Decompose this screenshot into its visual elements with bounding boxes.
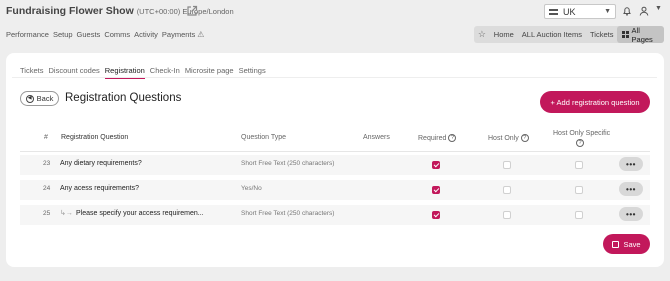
back-label: Back — [36, 94, 54, 103]
sub-question-arrow-icon: ↳→ — [60, 210, 73, 217]
row-question: Any dietary requirements? — [60, 160, 142, 167]
host-only-checkbox[interactable] — [503, 211, 511, 219]
row-question: Please specify your access requiremen... — [76, 210, 204, 217]
user-icon[interactable] — [639, 6, 649, 16]
row-question: Any acess requirements? — [60, 185, 139, 192]
more-options-button[interactable]: ••• — [619, 157, 643, 171]
chevron-down-icon: ▼ — [604, 8, 611, 15]
row-number: 24 — [43, 185, 51, 192]
nav-performance[interactable]: Performance — [6, 30, 49, 39]
back-button[interactable]: ◀ Back — [20, 91, 59, 106]
quick-link-tickets[interactable]: Tickets — [586, 30, 617, 39]
main-nav: Performance Setup Guests Comms Activity … — [6, 30, 204, 39]
grid-icon — [622, 31, 629, 38]
all-pages-button[interactable]: All Pages — [617, 25, 664, 44]
row-question-type: Short Free Text (250 characters) — [241, 160, 335, 167]
nav-setup[interactable]: Setup — [53, 30, 73, 39]
region-value: UK — [563, 6, 576, 17]
col-header-type: Question Type — [241, 134, 287, 141]
table-row[interactable]: 23 Any dietary requirements? Short Free … — [20, 155, 650, 175]
col-header-required: Required? — [418, 134, 457, 142]
flag-icon — [549, 8, 558, 15]
row-number: 23 — [43, 160, 51, 167]
arrow-left-icon: ◀ — [25, 94, 34, 103]
row-number: 25 — [43, 210, 51, 217]
add-registration-question-button[interactable]: + Add registration question — [540, 91, 650, 113]
host-only-checkbox[interactable] — [503, 186, 511, 194]
tab-tickets[interactable]: Tickets — [20, 66, 43, 75]
tab-registration[interactable]: Registration — [104, 66, 145, 79]
table-header-divider — [20, 151, 650, 152]
nav-activity[interactable]: Activity — [134, 30, 158, 39]
col-header-host-only-specific: Host Only Specific ? — [553, 130, 611, 147]
tab-settings[interactable]: Settings — [239, 66, 266, 75]
host-only-label: Host Only — [488, 134, 519, 142]
user-menu-chevron-icon[interactable]: ▼ — [655, 5, 662, 12]
required-label: Required — [418, 134, 447, 142]
quick-links-bar: ☆ Home ALL Auction Items Tickets All Pag… — [474, 25, 664, 44]
col-header-question: Registration Question — [61, 134, 129, 141]
more-options-button[interactable]: ••• — [619, 207, 643, 221]
col-header-host-only: Host Only? — [488, 134, 529, 142]
tab-microsite-page[interactable]: Microsite page — [185, 66, 234, 75]
row-question-type: Yes/No — [241, 185, 262, 192]
table-row[interactable]: 24 Any acess requirements? Yes/No ••• — [20, 180, 650, 200]
region-select[interactable]: UK ▼ — [544, 4, 616, 19]
save-icon — [612, 240, 620, 248]
warning-icon: ⚠ — [197, 30, 205, 39]
required-checkbox[interactable] — [432, 186, 440, 194]
page-title: Registration Questions — [65, 92, 182, 104]
host-only-specific-checkbox[interactable] — [575, 211, 583, 219]
star-icon[interactable]: ☆ — [474, 29, 490, 40]
required-checkbox[interactable] — [432, 161, 440, 169]
event-title: Fundraising Flower Show (UTC+00:00) Euro… — [6, 5, 234, 17]
info-icon[interactable]: ? — [448, 134, 457, 142]
nav-payments[interactable]: Payments — [162, 30, 195, 39]
host-only-specific-checkbox[interactable] — [575, 161, 583, 169]
host-only-specific-label: Host Only Specific — [553, 130, 611, 137]
host-only-specific-checkbox[interactable] — [575, 186, 583, 194]
host-only-checkbox[interactable] — [503, 161, 511, 169]
col-header-answers: Answers — [363, 134, 390, 141]
nav-guests[interactable]: Guests — [77, 30, 101, 39]
bell-icon[interactable] — [622, 6, 632, 16]
quick-link-auction-items[interactable]: ALL Auction Items — [518, 30, 586, 39]
tabs-divider — [12, 77, 657, 78]
col-header-number: # — [44, 134, 48, 141]
all-pages-label: All Pages — [631, 25, 653, 44]
sub-tabs: Tickets Discount codes Registration Chec… — [20, 66, 266, 79]
tab-discount-codes[interactable]: Discount codes — [48, 66, 99, 75]
external-link-icon[interactable] — [186, 5, 198, 17]
table-row[interactable]: 25 ↳→ Please specify your access require… — [20, 205, 650, 225]
more-options-button[interactable]: ••• — [619, 182, 643, 196]
required-checkbox[interactable] — [432, 211, 440, 219]
tab-check-in[interactable]: Check-In — [150, 66, 180, 75]
row-question-type: Short Free Text (250 characters) — [241, 210, 335, 217]
info-icon[interactable]: ? — [576, 139, 584, 147]
save-button[interactable]: Save — [603, 234, 650, 254]
save-label: Save — [623, 239, 641, 249]
quick-link-home[interactable]: Home — [490, 30, 518, 39]
info-icon[interactable]: ? — [520, 134, 529, 142]
nav-comms[interactable]: Comms — [104, 30, 130, 39]
event-name: Fundraising Flower Show — [6, 5, 134, 17]
